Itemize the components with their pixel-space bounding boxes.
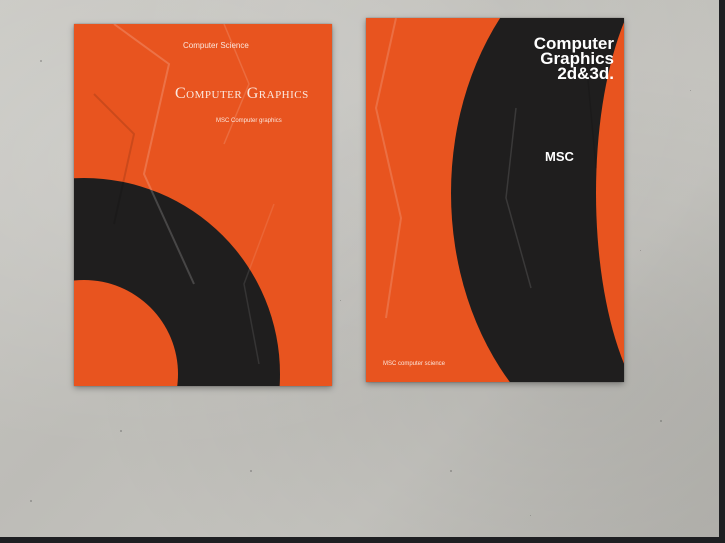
concentric-circle-graphic <box>74 178 280 386</box>
poster-computer-graphics-serif: Computer Science Computer Graphics MSC C… <box>74 24 332 386</box>
poster-computer-graphics-2d3d: Computer Graphics 2d&3d. MSC MSC compute… <box>366 18 624 382</box>
poster-right-footer: MSC computer science <box>383 361 446 367</box>
poster-right-title: Computer Graphics 2d&3d. <box>533 34 614 83</box>
frame-border-right <box>719 0 725 543</box>
frame-border-bottom <box>0 537 725 543</box>
poster-left-subtitle: MSC Computer graphics <box>216 118 282 124</box>
poster-left-title: Computer Graphics <box>175 85 309 102</box>
poster-left-top-text: Computer Science <box>183 41 249 50</box>
poster-right-msc: MSC <box>545 149 574 164</box>
